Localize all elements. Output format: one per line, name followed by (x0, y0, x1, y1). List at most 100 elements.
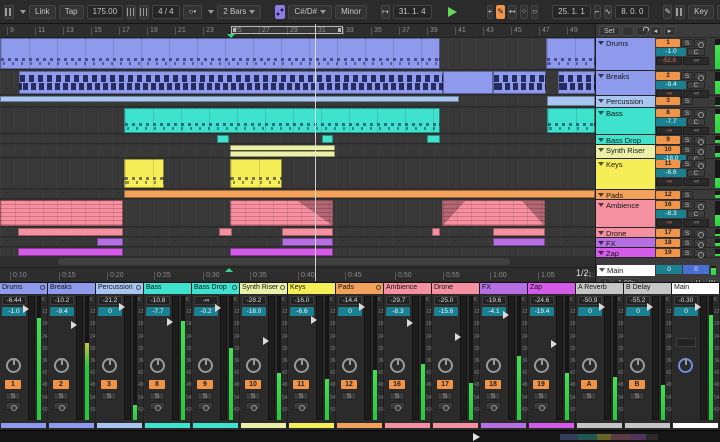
arm-button[interactable] (694, 39, 706, 48)
clip[interactable] (124, 159, 164, 188)
mixer-track-name[interactable]: Bass (144, 283, 191, 294)
peak-display[interactable]: -16.0 (290, 296, 314, 305)
chevron-down-icon[interactable] (20, 9, 26, 14)
clip[interactable] (443, 71, 493, 94)
clip[interactable] (0, 38, 440, 69)
volume-display[interactable]: -18.0 (242, 307, 266, 316)
fold-track-icon[interactable] (598, 241, 604, 245)
automation-arm-button[interactable]: + (486, 4, 494, 19)
peak-display[interactable]: -10.8 (146, 296, 170, 305)
track-number-badge[interactable]: 10 (245, 380, 261, 389)
solo-button[interactable]: S (681, 136, 693, 144)
volume-display[interactable]: -15.6 (434, 307, 458, 316)
arm-button[interactable] (53, 402, 69, 411)
history-forward-button[interactable]: ▸ (663, 25, 676, 36)
solo-button[interactable]: S (681, 146, 693, 154)
track-name[interactable]: FX (596, 238, 655, 247)
time-label[interactable]: 0:25 (154, 272, 171, 280)
peak-display[interactable]: -10.2 (50, 296, 74, 305)
track-volume-field[interactable]: -6.6 (656, 169, 686, 177)
clip[interactable] (442, 200, 545, 226)
clip[interactable] (18, 228, 123, 236)
horizontal-scrollbar[interactable] (0, 256, 595, 267)
capture-midi-icon[interactable]: ○ (531, 4, 539, 19)
fader-lane[interactable] (124, 296, 131, 420)
bar-number[interactable]: 39 (427, 27, 438, 35)
metronome-button[interactable]: ○• (182, 4, 203, 19)
clip[interactable] (282, 238, 333, 246)
clip[interactable] (547, 108, 595, 133)
fader-lane[interactable] (316, 296, 323, 420)
track-number-badge[interactable]: 17 (656, 229, 680, 237)
track-header-fx[interactable]: FX 18 S (596, 238, 720, 248)
scale-mode-button[interactable] (275, 4, 286, 19)
track-pan-field[interactable]: C (687, 48, 705, 56)
time-label[interactable]: 0:20 (107, 272, 124, 280)
track-header-ambience[interactable]: Ambience 16 S -8.3 C -∞ -∞ (596, 200, 720, 228)
chevron-down-icon[interactable] (208, 9, 215, 14)
solo-button[interactable]: S (629, 392, 645, 400)
fader-lane[interactable] (604, 296, 611, 420)
fader-handle[interactable] (503, 311, 509, 319)
track-name[interactable]: Pads (596, 190, 655, 199)
pan-knob[interactable] (294, 358, 309, 373)
arm-button[interactable] (694, 249, 706, 258)
track-header-breaks[interactable]: Breaks 2 S -9.4 C -∞ -∞ (596, 71, 720, 98)
fold-track-icon[interactable] (598, 41, 604, 45)
track-header-percussion[interactable]: Percussion 3 S (596, 96, 720, 108)
bar-number[interactable]: 45 (511, 27, 522, 35)
bar-number[interactable]: 13 (63, 27, 74, 35)
mixer-track-name[interactable]: Bass Drop (192, 283, 239, 294)
track-name[interactable]: Drone (596, 228, 655, 237)
bar-number[interactable]: 19 (147, 27, 158, 35)
track-name[interactable]: Synth Riser (596, 145, 655, 158)
solo-button[interactable]: S (681, 239, 693, 247)
volume-display[interactable]: -9.4 (50, 307, 74, 316)
solo-button[interactable]: S (101, 392, 117, 400)
track-header-drone[interactable]: Drone 17 S (596, 228, 720, 238)
time-label[interactable]: 0:50 (395, 272, 412, 280)
main-pan-field[interactable]: 0 (683, 265, 709, 274)
pad-overview-icon[interactable] (4, 4, 14, 19)
clip[interactable] (558, 71, 595, 94)
clip[interactable] (0, 96, 459, 102)
bar-number[interactable]: 23 (203, 27, 214, 35)
volume-display[interactable]: -19.4 (530, 307, 554, 316)
time-ruler[interactable]: 0:10 0:15 0:20 0:25 0:30 0:35 0:40 0:45 0:50 0:55… (0, 267, 595, 282)
fader-handle[interactable] (119, 303, 125, 311)
playhead[interactable] (315, 24, 316, 281)
fader-handle[interactable] (407, 319, 413, 327)
track-number-badge[interactable]: 18 (485, 380, 501, 389)
track-volume-field[interactable]: -9.4 (656, 81, 686, 89)
solo-button[interactable]: S (293, 392, 309, 400)
bar-number[interactable]: 17 (119, 27, 130, 35)
arm-button[interactable] (389, 402, 405, 411)
fader-handle[interactable] (71, 321, 77, 329)
fader-handle[interactable] (695, 303, 701, 311)
solo-button[interactable]: S (681, 229, 693, 237)
pan-knob[interactable] (102, 358, 117, 373)
arm-button[interactable] (245, 402, 261, 411)
bar-number[interactable]: 43 (483, 27, 494, 35)
solo-button[interactable]: S (681, 201, 693, 209)
mixer-track-name[interactable]: Synth Riser (240, 283, 287, 294)
pan-knob[interactable] (438, 358, 453, 373)
track-volume-field[interactable]: -1.0 (656, 48, 686, 56)
time-label[interactable]: 0:10 (10, 272, 27, 280)
mixer-track-name[interactable]: Drums (0, 283, 47, 294)
solo-button[interactable]: S (681, 97, 693, 105)
solo-button[interactable]: S (533, 392, 549, 400)
scrollbar-thumb[interactable] (58, 258, 510, 265)
clip[interactable] (547, 96, 595, 106)
fader-lane[interactable] (268, 296, 275, 420)
fader-handle[interactable] (263, 337, 269, 345)
solo-button[interactable]: S (681, 72, 693, 80)
time-label[interactable]: 0:35 (250, 272, 267, 280)
tap-tempo-button[interactable]: Tap (58, 4, 84, 19)
fader-handle[interactable] (23, 305, 29, 313)
back-to-arrangement-button[interactable]: ↤ (507, 4, 517, 19)
clip[interactable] (282, 228, 333, 236)
solo-button[interactable]: S (437, 392, 453, 400)
arm-button[interactable] (694, 146, 706, 155)
track-number-badge[interactable]: 2 (656, 72, 680, 80)
